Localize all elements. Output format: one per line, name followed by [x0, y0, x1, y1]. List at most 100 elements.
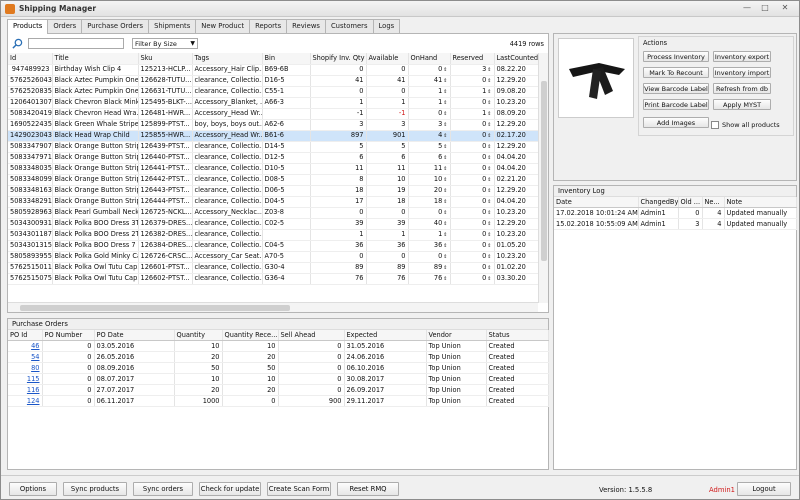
- stepper-icon[interactable]: ⇕: [487, 275, 491, 284]
- po-col-quantity-received[interactable]: Quantity Rece...: [222, 330, 279, 341]
- stepper-icon[interactable]: ⇕: [487, 132, 491, 141]
- show-all-products-checkbox[interactable]: [711, 121, 719, 129]
- tab-reviews[interactable]: Reviews: [286, 19, 326, 33]
- table-row[interactable]: 5762515011 Black Polka Owl Tutu Cap... 126…: [8, 262, 538, 274]
- table-row[interactable]: 5083347907 Black Orange Button Strip... 12…: [8, 141, 538, 153]
- stepper-icon[interactable]: ⇕: [443, 132, 447, 141]
- logout-button[interactable]: Logout: [737, 482, 791, 496]
- po-col-expected[interactable]: Expected: [344, 330, 427, 341]
- list-item[interactable]: 17.02.2018 10:01:24 AM Admin1 0 4 Updated ma…: [554, 207, 797, 219]
- table-row[interactable]: 5083348035 Black Orange Button Strip... 12…: [8, 163, 538, 175]
- stepper-icon[interactable]: ⇕: [487, 154, 491, 163]
- stepper-icon[interactable]: ⇕: [487, 121, 491, 130]
- stepper-icon[interactable]: ⇕: [443, 143, 447, 152]
- filter-by-size-dropdown[interactable]: Filter By Size ▼: [132, 38, 198, 49]
- search-input[interactable]: [28, 38, 124, 49]
- stepper-icon[interactable]: ⇕: [443, 66, 447, 75]
- stepper-icon[interactable]: ⇕: [487, 242, 491, 251]
- tab-products[interactable]: Products: [7, 19, 49, 34]
- tab-purchase-orders[interactable]: Purchase Orders: [81, 19, 150, 33]
- log-col-new[interactable]: Ne...: [702, 197, 725, 208]
- stepper-icon[interactable]: ⇕: [487, 88, 491, 97]
- stepper-icon[interactable]: ⇕: [443, 187, 447, 196]
- log-col-date[interactable]: Date: [554, 197, 639, 208]
- log-col-note[interactable]: Note: [724, 197, 797, 208]
- stepper-icon[interactable]: ⇕: [443, 275, 447, 284]
- table-row[interactable]: 947489923 Birthday Wish Clip 4 125213-HCLP…: [8, 64, 538, 76]
- options-button[interactable]: Options: [9, 482, 57, 496]
- po-id-link[interactable]: 54: [8, 351, 43, 363]
- col-sku[interactable]: Sku: [138, 53, 193, 65]
- po-id-link[interactable]: 115: [8, 373, 43, 385]
- scroll-thumb[interactable]: [20, 305, 290, 311]
- stepper-icon[interactable]: ⇕: [443, 154, 447, 163]
- po-col-sell-ahead[interactable]: Sell Ahead: [278, 330, 345, 341]
- po-col-number[interactable]: PO Number: [42, 330, 95, 341]
- stepper-icon[interactable]: ⇕: [487, 99, 491, 108]
- stepper-icon[interactable]: ⇕: [443, 110, 447, 119]
- stepper-icon[interactable]: ⇕: [443, 209, 447, 218]
- tab-logs[interactable]: Logs: [372, 19, 401, 33]
- refresh-from-db-button[interactable]: Refresh from db: [713, 83, 771, 94]
- stepper-icon[interactable]: ⇕: [443, 165, 447, 174]
- stepper-icon[interactable]: ⇕: [487, 77, 491, 86]
- col-id[interactable]: Id: [8, 53, 53, 65]
- stepper-icon[interactable]: ⇕: [443, 88, 447, 97]
- stepper-icon[interactable]: ⇕: [487, 110, 491, 119]
- stepper-icon[interactable]: ⇕: [487, 253, 491, 262]
- table-row[interactable]: 1429023043 Black Head Wrap Child 125855-HW…: [8, 130, 538, 142]
- apply-myst-button[interactable]: Apply MYST: [713, 99, 771, 110]
- inventory-import-button[interactable]: Inventory import: [713, 67, 771, 78]
- tab-orders[interactable]: Orders: [47, 19, 83, 33]
- table-row[interactable]: 5083348163 Black Orange Button Strip... 12…: [8, 185, 538, 197]
- col-reserved[interactable]: Reserved: [450, 53, 495, 65]
- tab-shipments[interactable]: Shipments: [148, 19, 197, 33]
- log-col-old[interactable]: Old ...: [678, 197, 703, 208]
- minimize-icon[interactable]: —: [739, 2, 755, 14]
- po-id-link[interactable]: 116: [8, 384, 43, 396]
- table-row[interactable]: 1206401307 Black Chevron Black Mink... 125…: [8, 97, 538, 109]
- stepper-icon[interactable]: ⇕: [443, 231, 447, 240]
- inventory-export-button[interactable]: Inventory export: [713, 51, 771, 62]
- stepper-icon[interactable]: ⇕: [487, 209, 491, 218]
- table-row[interactable]: 5762520835 Black Aztec Pumpkin One... 1266…: [8, 86, 538, 98]
- stepper-icon[interactable]: ⇕: [487, 176, 491, 185]
- table-row[interactable]: 5805893955Black Polka Gold Minky Ca...12…: [8, 251, 538, 263]
- stepper-icon[interactable]: ⇕: [443, 77, 447, 86]
- table-row[interactable]: 46 0 03.05.2016 10 10 0 31.05.2016 Top Union Cre…: [8, 340, 549, 352]
- add-images-button[interactable]: Add Images: [643, 117, 709, 128]
- stepper-icon[interactable]: ⇕: [487, 165, 491, 174]
- po-col-id[interactable]: PO Id: [8, 330, 43, 341]
- col-shopify-qty[interactable]: Shopify Inv. Qty: [310, 53, 367, 65]
- search-icon[interactable]: [12, 38, 23, 49]
- po-col-quantity[interactable]: Quantity: [174, 330, 223, 341]
- po-col-date[interactable]: PO Date: [94, 330, 175, 341]
- stepper-icon[interactable]: ⇕: [443, 220, 447, 229]
- products-horizontal-scrollbar[interactable]: [8, 302, 538, 312]
- table-row[interactable]: 115 0 08.07.2017 10 10 0 30.08.2017 Top Union Cr…: [8, 373, 549, 385]
- scroll-thumb[interactable]: [541, 81, 547, 261]
- sync-products-button[interactable]: Sync products: [63, 482, 127, 496]
- col-tags[interactable]: Tags: [192, 53, 263, 65]
- create-scan-form-button[interactable]: Create Scan Form: [267, 482, 331, 496]
- stepper-icon[interactable]: ⇕: [443, 176, 447, 185]
- table-row[interactable]: 5083420419 Black Chevron Head Wra... 12648…: [8, 108, 538, 120]
- col-available[interactable]: Available: [366, 53, 409, 65]
- process-inventory-button[interactable]: Process Inventory: [643, 51, 709, 62]
- stepper-icon[interactable]: ⇕: [487, 143, 491, 152]
- stepper-icon[interactable]: ⇕: [487, 220, 491, 229]
- list-item[interactable]: 15.02.2018 10:55:09 AM Admin1 3 4 Updated ma…: [554, 218, 797, 230]
- check-for-update-button[interactable]: Check for update: [199, 482, 261, 496]
- stepper-icon[interactable]: ⇕: [443, 99, 447, 108]
- col-last-counted[interactable]: LastCounted: [494, 53, 538, 65]
- stepper-icon[interactable]: ⇕: [487, 66, 491, 75]
- table-row[interactable]: 1690522435 Black Green Whale Stripe ... 12…: [8, 119, 538, 131]
- table-row[interactable]: 5805928963 Black Pearl Gumball Neckl... 12…: [8, 207, 538, 219]
- tab-reports[interactable]: Reports: [249, 19, 288, 33]
- po-id-link[interactable]: 80: [8, 362, 43, 374]
- view-barcode-label-button[interactable]: View Barcode Label: [643, 83, 709, 94]
- products-vertical-scrollbar[interactable]: [538, 53, 548, 303]
- table-row[interactable]: 5083348291 Black Orange Button Strip... 12…: [8, 196, 538, 208]
- col-bin[interactable]: Bin: [262, 53, 311, 65]
- stepper-icon[interactable]: ⇕: [487, 187, 491, 196]
